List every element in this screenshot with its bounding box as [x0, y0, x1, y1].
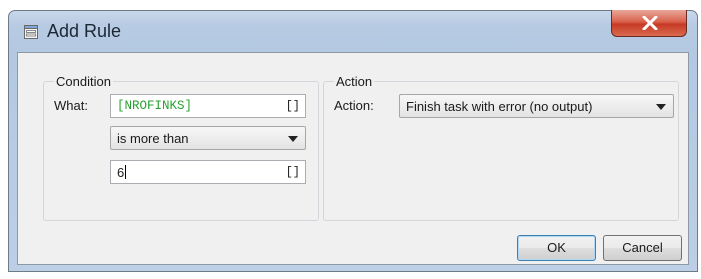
- what-variable-button[interactable]: []: [286, 99, 300, 113]
- form-icon: [23, 24, 39, 40]
- compare-value-field[interactable]: 6 []: [110, 160, 306, 184]
- add-rule-dialog: Add Rule Condition What: [NROFINKS] [] i…: [8, 10, 698, 272]
- what-field[interactable]: [NROFINKS] []: [110, 94, 306, 118]
- close-icon: [642, 16, 658, 30]
- action-select[interactable]: Finish task with error (no output): [399, 94, 674, 118]
- condition-group-title: Condition: [54, 74, 113, 89]
- ok-button[interactable]: OK: [517, 235, 596, 261]
- compare-value-wrap: 6: [117, 165, 127, 180]
- action-group-title: Action: [334, 74, 375, 89]
- action-selected: Finish task with error (no output): [406, 99, 593, 114]
- operator-selected: is more than: [117, 131, 189, 146]
- dialog-body: Condition What: [NROFINKS] [] is more th…: [17, 52, 689, 265]
- chevron-down-icon: [656, 104, 666, 110]
- operator-select[interactable]: is more than: [110, 126, 306, 150]
- action-label: Action:: [334, 98, 374, 113]
- compare-variable-button[interactable]: []: [286, 165, 300, 179]
- chevron-down-icon: [288, 136, 298, 142]
- cancel-button[interactable]: Cancel: [603, 235, 682, 261]
- title-bar[interactable]: Add Rule: [9, 10, 697, 51]
- compare-value: 6: [117, 165, 125, 180]
- action-group: Action Action: Finish task with error (n…: [323, 74, 679, 221]
- what-value: [NROFINKS]: [117, 99, 193, 113]
- dialog-title: Add Rule: [47, 21, 122, 41]
- condition-group: Condition What: [NROFINKS] [] is more th…: [43, 74, 319, 221]
- text-cursor: [125, 165, 127, 179]
- what-label: What:: [54, 98, 88, 113]
- close-button[interactable]: [611, 10, 687, 37]
